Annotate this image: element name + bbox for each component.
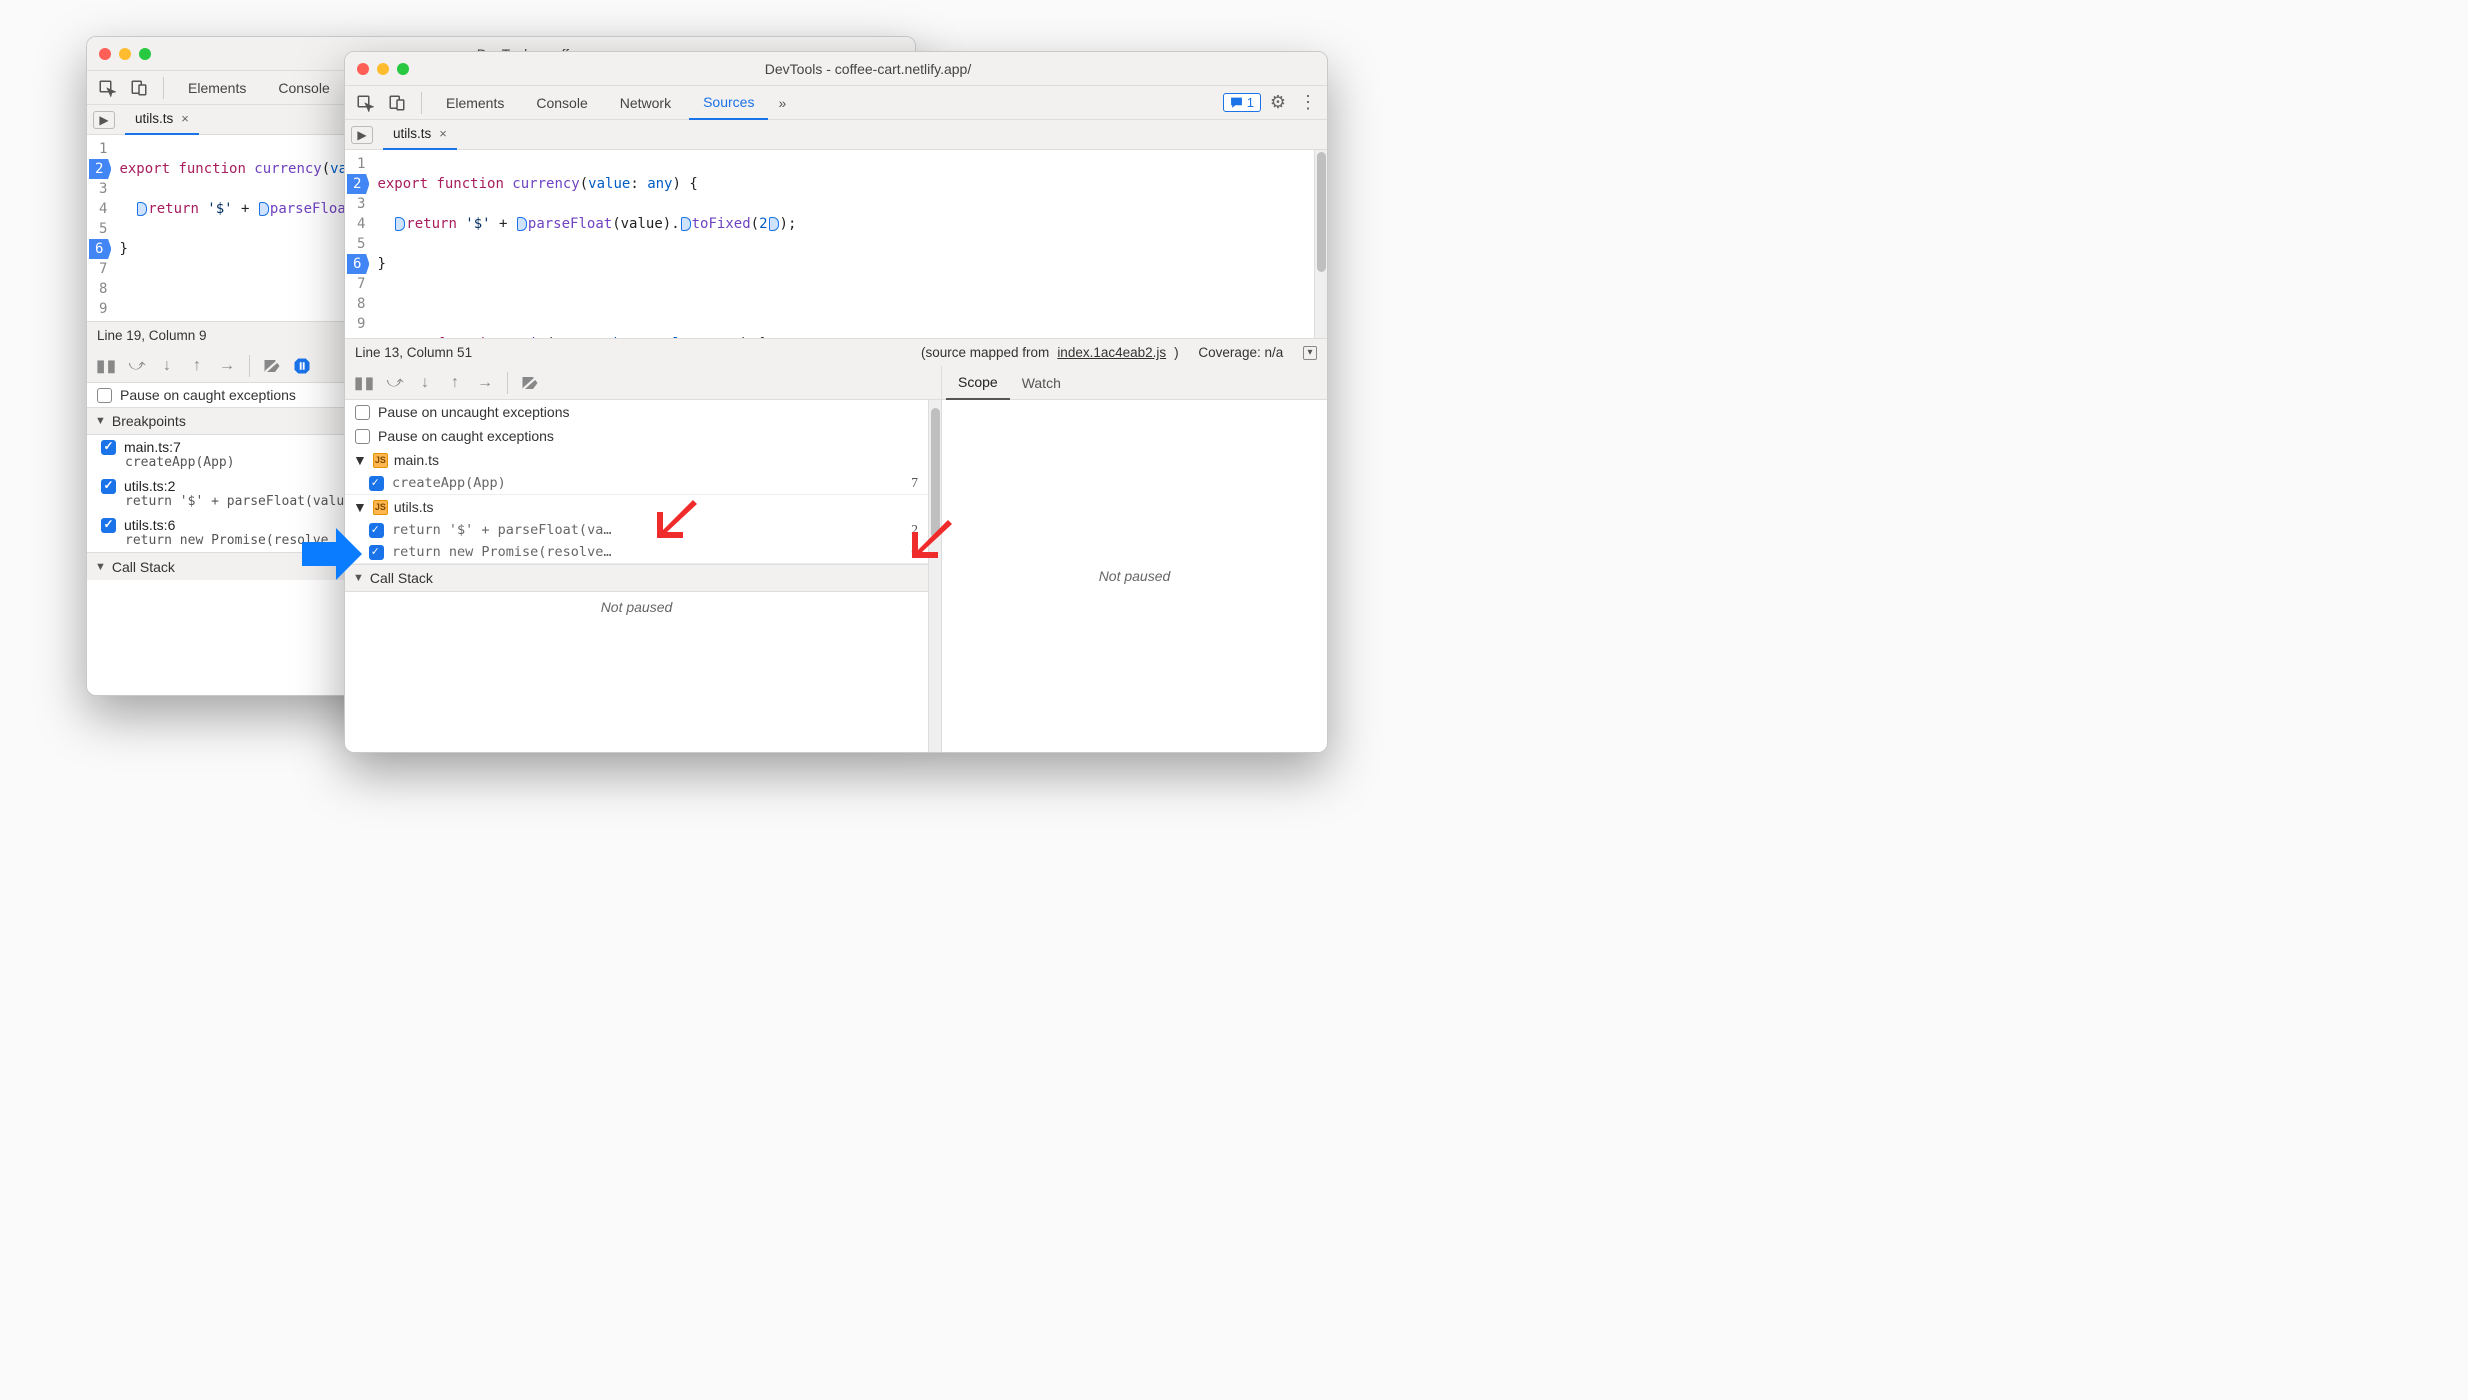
tab-elements[interactable]: Elements	[432, 86, 518, 120]
step-over-icon[interactable]: ⤻	[381, 370, 409, 396]
cursor-position: Line 19, Column 9	[97, 328, 207, 343]
snippets-icon[interactable]: ▶	[93, 111, 115, 129]
traffic-lights	[99, 48, 151, 60]
breakpoint-marker[interactable]: 6	[89, 239, 111, 259]
pause-caught-row[interactable]: Pause on caught exceptions	[345, 424, 928, 448]
code-content: export function currency(value: any) { r…	[373, 150, 1314, 338]
pause-exceptions-icon[interactable]	[288, 353, 316, 379]
breakpoint-item[interactable]: return new Promise(resolve… 6	[345, 541, 928, 563]
kebab-icon[interactable]: ⋮	[1295, 92, 1321, 113]
close-icon[interactable]: ×	[181, 111, 189, 126]
tab-console[interactable]: Console	[522, 86, 601, 120]
chevron-down-icon: ▼	[353, 452, 367, 468]
tab-network[interactable]: Network	[606, 86, 685, 120]
checkbox-icon[interactable]	[369, 545, 384, 560]
pause-icon[interactable]: ▮▮	[93, 353, 121, 379]
tab-sources[interactable]: Sources	[689, 86, 768, 120]
titlebar: DevTools - coffee-cart.netlify.app/	[345, 52, 1327, 86]
annotation-arrow-red	[657, 498, 697, 538]
callstack-header[interactable]: ▼ Call Stack	[345, 564, 928, 592]
right-tabs: Scope Watch	[942, 366, 1327, 400]
source-editor[interactable]: 1 2 3 4 5 6 7 8 9 export function curren…	[345, 150, 1314, 338]
pause-icon[interactable]: ▮▮	[351, 370, 379, 396]
inspect-icon[interactable]	[351, 90, 379, 116]
file-tab-utils[interactable]: utils.ts ×	[383, 120, 457, 150]
traffic-lights	[357, 63, 409, 75]
tab-console[interactable]: Console	[264, 71, 343, 105]
breakpoint-item[interactable]: return '$' + parseFloat(va… 2	[345, 519, 928, 541]
deactivate-breakpoints-icon[interactable]	[516, 370, 544, 396]
breakpoint-group-utils: ▼ JS utils.ts return '$' + parseFloat(va…	[345, 495, 928, 564]
main-toolbar: Elements Console Network Sources » 1 ⚙ ⋮	[345, 86, 1327, 120]
close-icon[interactable]	[357, 63, 369, 75]
debugger-toolbar: ▮▮ ⤻ ↓ ↑ →	[345, 366, 941, 400]
zoom-icon[interactable]	[397, 63, 409, 75]
file-tabs: ▶ utils.ts ×	[345, 120, 1327, 150]
pause-uncaught-row[interactable]: Pause on uncaught exceptions	[345, 400, 928, 424]
line-gutter: 1 2 3 4 5 6 7 8 9	[345, 150, 373, 338]
chevron-down-icon: ▼	[95, 415, 106, 427]
annotation-arrow-red	[912, 518, 952, 558]
callstack-empty: Not paused	[345, 592, 928, 622]
step-out-icon[interactable]: ↑	[441, 370, 469, 396]
inspect-icon[interactable]	[93, 75, 121, 101]
checkbox-icon[interactable]	[101, 518, 116, 533]
dropdown-icon[interactable]: ▾	[1303, 346, 1317, 360]
sourcemap-link[interactable]: index.1ac4eab2.js	[1057, 345, 1166, 360]
breakpoint-marker[interactable]: 6	[347, 254, 369, 274]
checkbox-icon[interactable]	[369, 523, 384, 538]
right-pane: Scope Watch Not paused	[942, 366, 1327, 752]
breakpoint-group-header[interactable]: ▼ JS utils.ts	[345, 495, 928, 519]
checkbox-icon[interactable]	[101, 440, 116, 455]
zoom-icon[interactable]	[139, 48, 151, 60]
tab-watch[interactable]: Watch	[1010, 366, 1073, 400]
breakpoint-marker[interactable]: 2	[347, 174, 369, 194]
breakpoint-group-main: ▼ JS main.ts createApp(App) 7	[345, 448, 928, 495]
annotation-arrow-blue	[302, 528, 362, 580]
cursor-position: Line 13, Column 51	[355, 345, 472, 360]
checkbox-icon[interactable]	[355, 429, 370, 444]
file-tab-utils[interactable]: utils.ts ×	[125, 105, 199, 135]
js-file-icon: JS	[373, 500, 388, 515]
coverage-label: Coverage: n/a	[1198, 345, 1283, 360]
checkbox-icon[interactable]	[101, 479, 116, 494]
checkbox-icon[interactable]	[369, 476, 384, 491]
breakpoint-group-header[interactable]: ▼ JS main.ts	[345, 448, 928, 472]
file-tab-label: utils.ts	[135, 111, 173, 126]
checkbox-icon[interactable]	[97, 388, 112, 403]
device-icon[interactable]	[383, 90, 411, 116]
line-gutter: 1 2 3 4 5 6 7 8 9	[87, 135, 115, 321]
tab-elements[interactable]: Elements	[174, 71, 260, 105]
step-into-icon[interactable]: ↓	[153, 353, 181, 379]
step-icon[interactable]: →	[213, 353, 241, 379]
window-title: DevTools - coffee-cart.netlify.app/	[421, 61, 1315, 77]
file-tab-label: utils.ts	[393, 126, 431, 141]
gear-icon[interactable]: ⚙	[1265, 92, 1291, 113]
minimize-icon[interactable]	[119, 48, 131, 60]
deactivate-breakpoints-icon[interactable]	[258, 353, 286, 379]
step-out-icon[interactable]: ↑	[183, 353, 211, 379]
chevron-down-icon: ▼	[95, 561, 106, 573]
minimize-icon[interactable]	[377, 63, 389, 75]
snippets-icon[interactable]: ▶	[351, 126, 373, 144]
js-file-icon: JS	[373, 453, 388, 468]
scrollbar[interactable]	[928, 400, 941, 752]
more-tabs-icon[interactable]: »	[772, 95, 792, 111]
editor-status: Line 13, Column 51 (source mapped from i…	[345, 338, 1327, 366]
breakpoint-item[interactable]: createApp(App) 7	[345, 472, 928, 494]
chevron-down-icon: ▼	[353, 499, 367, 515]
step-over-icon[interactable]: ⤻	[123, 353, 151, 379]
scope-empty: Not paused	[942, 400, 1327, 752]
issues-badge[interactable]: 1	[1223, 93, 1261, 112]
checkbox-icon[interactable]	[355, 405, 370, 420]
device-icon[interactable]	[125, 75, 153, 101]
breakpoint-marker[interactable]: 2	[89, 159, 111, 179]
step-icon[interactable]: →	[471, 370, 499, 396]
scrollbar[interactable]	[1314, 150, 1327, 338]
tab-scope[interactable]: Scope	[946, 366, 1010, 400]
close-icon[interactable]: ×	[439, 126, 447, 141]
close-icon[interactable]	[99, 48, 111, 60]
step-into-icon[interactable]: ↓	[411, 370, 439, 396]
devtools-window-new: DevTools - coffee-cart.netlify.app/ Elem…	[344, 51, 1328, 753]
